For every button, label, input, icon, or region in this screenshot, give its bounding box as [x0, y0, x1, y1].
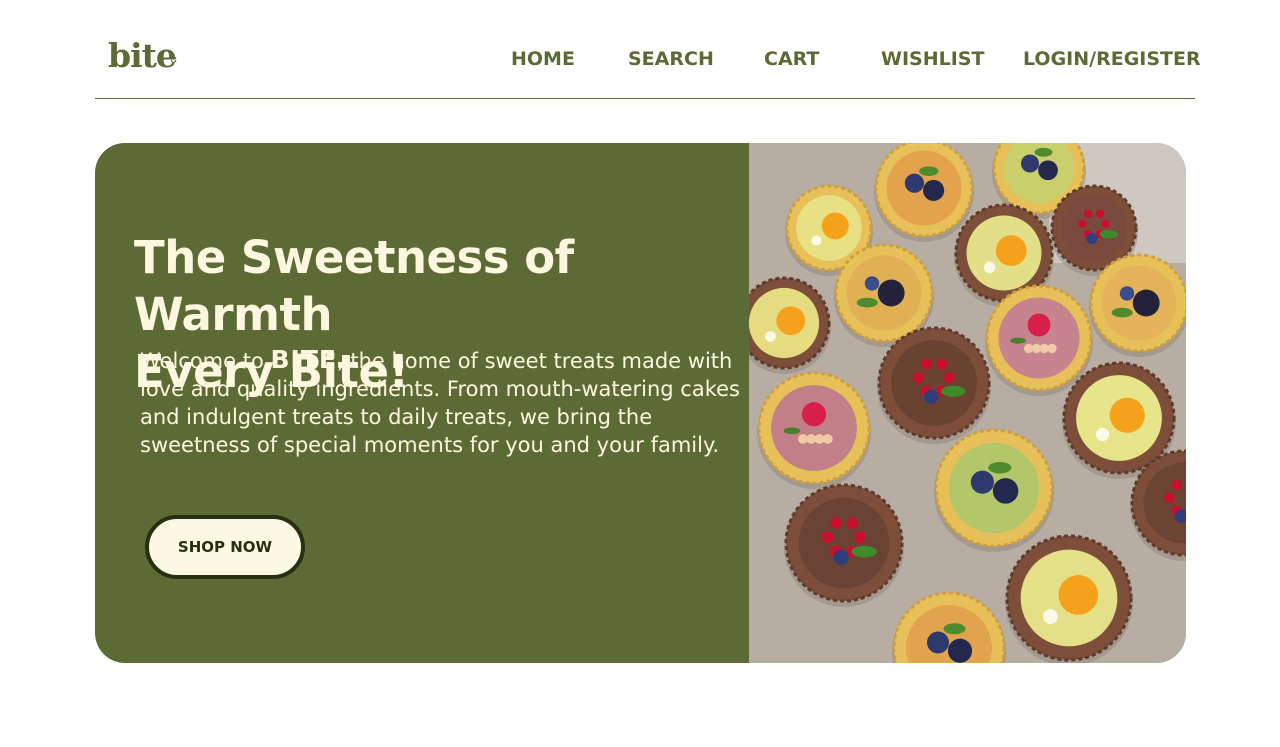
orange-fruit: [776, 306, 806, 336]
coconut-flakes: [1042, 609, 1058, 625]
mint-leaf: [941, 385, 966, 397]
nav-wishlist[interactable]: WISHLIST: [881, 48, 984, 70]
redcurrant: [943, 372, 955, 383]
tart-filling: [998, 297, 1080, 379]
blueberry: [923, 179, 945, 201]
coconut-flakes: [1095, 427, 1110, 442]
blueberry: [1021, 154, 1039, 173]
orange-fruit: [821, 212, 849, 240]
tart-filling: [891, 340, 977, 426]
herb-sprig: [783, 427, 801, 435]
tart-filling: [798, 497, 890, 589]
redcurrant: [821, 531, 834, 543]
shop-now-label: SHOP NOW: [177, 538, 273, 556]
orange-fruit: [1109, 397, 1145, 433]
tart-filling: [771, 385, 857, 471]
mint-leaf: [919, 166, 939, 176]
intro-prefix: Welcome to: [140, 349, 271, 373]
intro-brand: BITE: [270, 345, 337, 374]
coconut-flakes: [811, 235, 822, 246]
coconut-flakes: [765, 331, 776, 342]
mint-leaf: [1111, 307, 1133, 318]
orange-fruit: [1058, 575, 1099, 615]
blueberry: [864, 276, 880, 291]
blueberry: [947, 638, 973, 663]
blackberry: [1132, 289, 1160, 317]
orange-fruit: [995, 235, 1027, 266]
nav-search[interactable]: SEARCH: [628, 48, 714, 70]
tarts-illustration: [749, 143, 1186, 663]
blueberry: [1119, 286, 1135, 301]
redcurrant: [1078, 219, 1087, 228]
blueberry: [1038, 160, 1058, 181]
white-currant: [1047, 343, 1057, 354]
redcurrant: [913, 371, 925, 383]
redcurrant: [1164, 492, 1175, 503]
herb-sprig: [1010, 337, 1026, 344]
nav-cart[interactable]: CART: [764, 48, 819, 70]
coconut-flakes: [983, 261, 996, 274]
redcurrant: [1095, 209, 1105, 218]
nav-login-register[interactable]: LOGIN/REGISTER: [1023, 48, 1201, 70]
redcurrant: [854, 531, 867, 543]
redcurrant: [920, 358, 932, 370]
mint-leaf: [988, 461, 1012, 474]
blackberry: [877, 279, 905, 307]
blueberry: [833, 549, 849, 566]
redcurrant: [1101, 219, 1110, 228]
blueberry: [992, 478, 1019, 504]
mint-leaf: [856, 297, 878, 308]
blueberry: [927, 631, 949, 654]
nav-home[interactable]: HOME: [511, 48, 575, 70]
redcurrant: [846, 517, 859, 530]
hero-banner: The Sweetness of Warmth Every Bite! Welc…: [95, 143, 1186, 663]
raspberry: [801, 402, 827, 427]
site-header: bite .: HOME SEARCH CART WISHLIST LOGIN/…: [95, 0, 1201, 99]
headline-line-1: The Sweetness of Warmth: [134, 231, 574, 341]
redcurrant: [830, 517, 842, 529]
hero-intro: Welcome to BITE, the home of sweet treat…: [140, 346, 740, 459]
mint-leaf: [1034, 147, 1053, 157]
logo-text: bite: [108, 36, 177, 75]
blueberry: [904, 173, 924, 193]
tarts-photo: [749, 143, 1186, 663]
tart-filling: [1061, 195, 1127, 261]
white-currant: [822, 434, 833, 444]
mint-leaf: [1099, 230, 1118, 239]
redcurrant: [936, 358, 948, 370]
hero-text-panel: The Sweetness of Warmth Every Bite! Welc…: [95, 143, 749, 663]
raspberry: [1027, 313, 1051, 337]
blueberry: [1086, 233, 1098, 244]
blueberry: [970, 470, 994, 494]
redcurrant: [1084, 209, 1093, 218]
mint-leaf: [851, 545, 878, 558]
shop-now-button[interactable]: SHOP NOW: [145, 515, 305, 579]
mint-leaf: [943, 623, 966, 635]
blueberry: [924, 389, 939, 404]
logo-dots: .:: [170, 54, 178, 65]
redcurrant: [1171, 479, 1183, 491]
brand-logo[interactable]: bite .:: [108, 36, 178, 75]
